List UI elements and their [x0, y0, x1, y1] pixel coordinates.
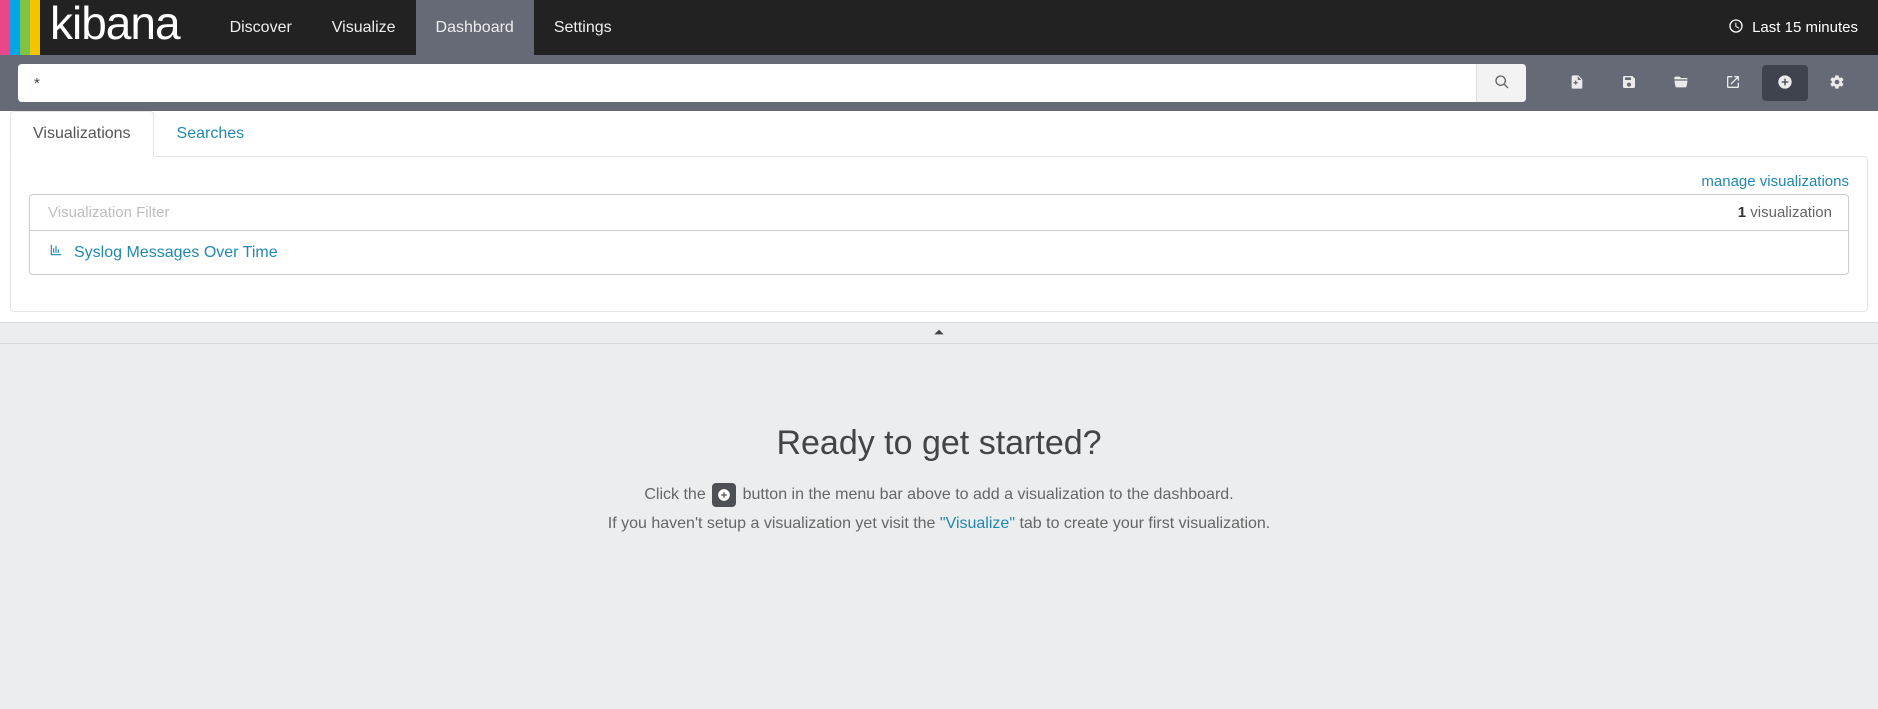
- tabs: Visualizations Searches: [10, 111, 1868, 156]
- empty-line2a: If you haven't setup a visualization yet…: [608, 515, 940, 532]
- logo[interactable]: kibana: [0, 0, 210, 55]
- count-suffix: visualization: [1746, 204, 1832, 221]
- empty-line1b: button in the menu bar above to add a vi…: [743, 486, 1234, 503]
- tab-visualizations-label: Visualizations: [33, 125, 131, 142]
- file-plus-icon: [1569, 74, 1585, 93]
- empty-line2b: tab to create your first visualization.: [1019, 515, 1270, 532]
- nav-dashboard-label: Dashboard: [436, 19, 514, 37]
- filter-row: 1 visualization: [30, 195, 1848, 231]
- nav-settings[interactable]: Settings: [534, 0, 632, 55]
- visualization-count: 1 visualization: [1722, 204, 1848, 221]
- nav-visualize[interactable]: Visualize: [312, 0, 416, 55]
- empty-line1a: Click the: [644, 486, 710, 503]
- empty-heading: Ready to get started?: [20, 424, 1858, 463]
- nav-discover[interactable]: Discover: [210, 0, 312, 55]
- tab-searches-label: Searches: [177, 125, 245, 142]
- visualize-tab-link[interactable]: "Visualize": [940, 515, 1015, 532]
- visualization-picker: 1 visualization Syslog Messages Over Tim…: [29, 194, 1849, 275]
- panel-body: manage visualizations 1 visualization Sy…: [10, 156, 1868, 312]
- time-picker[interactable]: Last 15 minutes: [1708, 0, 1878, 55]
- share-button[interactable]: [1710, 65, 1756, 101]
- search-wrap: [18, 64, 1526, 102]
- manage-link-wrap: manage visualizations: [29, 173, 1849, 190]
- visualization-filter-input[interactable]: [30, 195, 1722, 230]
- empty-line1: Click the button in the menu bar above t…: [20, 483, 1858, 507]
- nav-settings-label: Settings: [554, 19, 612, 37]
- query-input[interactable]: [18, 64, 1476, 102]
- time-label: Last 15 minutes: [1752, 19, 1858, 36]
- add-visualization-button[interactable]: [1762, 65, 1808, 101]
- tab-searches[interactable]: Searches: [154, 111, 268, 157]
- save-dashboard-button[interactable]: [1606, 65, 1652, 101]
- collapse-bar[interactable]: [0, 322, 1878, 344]
- search-icon: [1494, 74, 1510, 93]
- tab-visualizations[interactable]: Visualizations: [10, 111, 154, 157]
- search-button[interactable]: [1476, 64, 1526, 102]
- top-navbar: kibana Discover Visualize Dashboard Sett…: [0, 0, 1878, 55]
- plus-circle-icon: [1777, 74, 1793, 93]
- gear-icon: [1829, 74, 1845, 93]
- chevron-up-icon: [930, 325, 948, 342]
- empty-line2: If you haven't setup a visualization yet…: [20, 515, 1858, 533]
- visualization-list: Syslog Messages Over Time: [30, 231, 1848, 274]
- logo-stripes: [0, 0, 40, 55]
- visualization-item[interactable]: Syslog Messages Over Time: [30, 231, 1848, 274]
- open-dashboard-button[interactable]: [1658, 65, 1704, 101]
- tool-icons: [1554, 65, 1860, 101]
- bar-chart-icon: [48, 243, 64, 262]
- nav-discover-label: Discover: [230, 19, 292, 37]
- manage-visualizations-link[interactable]: manage visualizations: [1701, 173, 1849, 190]
- inline-plus-icon: [712, 483, 736, 507]
- nav-dashboard[interactable]: Dashboard: [416, 0, 534, 55]
- add-panel: Visualizations Searches manage visualiza…: [0, 111, 1878, 322]
- save-icon: [1621, 74, 1637, 93]
- new-dashboard-button[interactable]: [1554, 65, 1600, 101]
- visualization-item-label: Syslog Messages Over Time: [74, 244, 278, 262]
- folder-open-icon: [1672, 74, 1690, 93]
- nav-items: Discover Visualize Dashboard Settings: [210, 0, 632, 55]
- clock-icon: [1728, 18, 1744, 38]
- count-number: 1: [1738, 204, 1746, 221]
- empty-state: Ready to get started? Click the button i…: [0, 344, 1878, 581]
- toolbar: [0, 55, 1878, 111]
- nav-visualize-label: Visualize: [332, 19, 396, 37]
- logo-text: kibana: [50, 0, 180, 51]
- external-link-icon: [1725, 74, 1741, 93]
- options-button[interactable]: [1814, 65, 1860, 101]
